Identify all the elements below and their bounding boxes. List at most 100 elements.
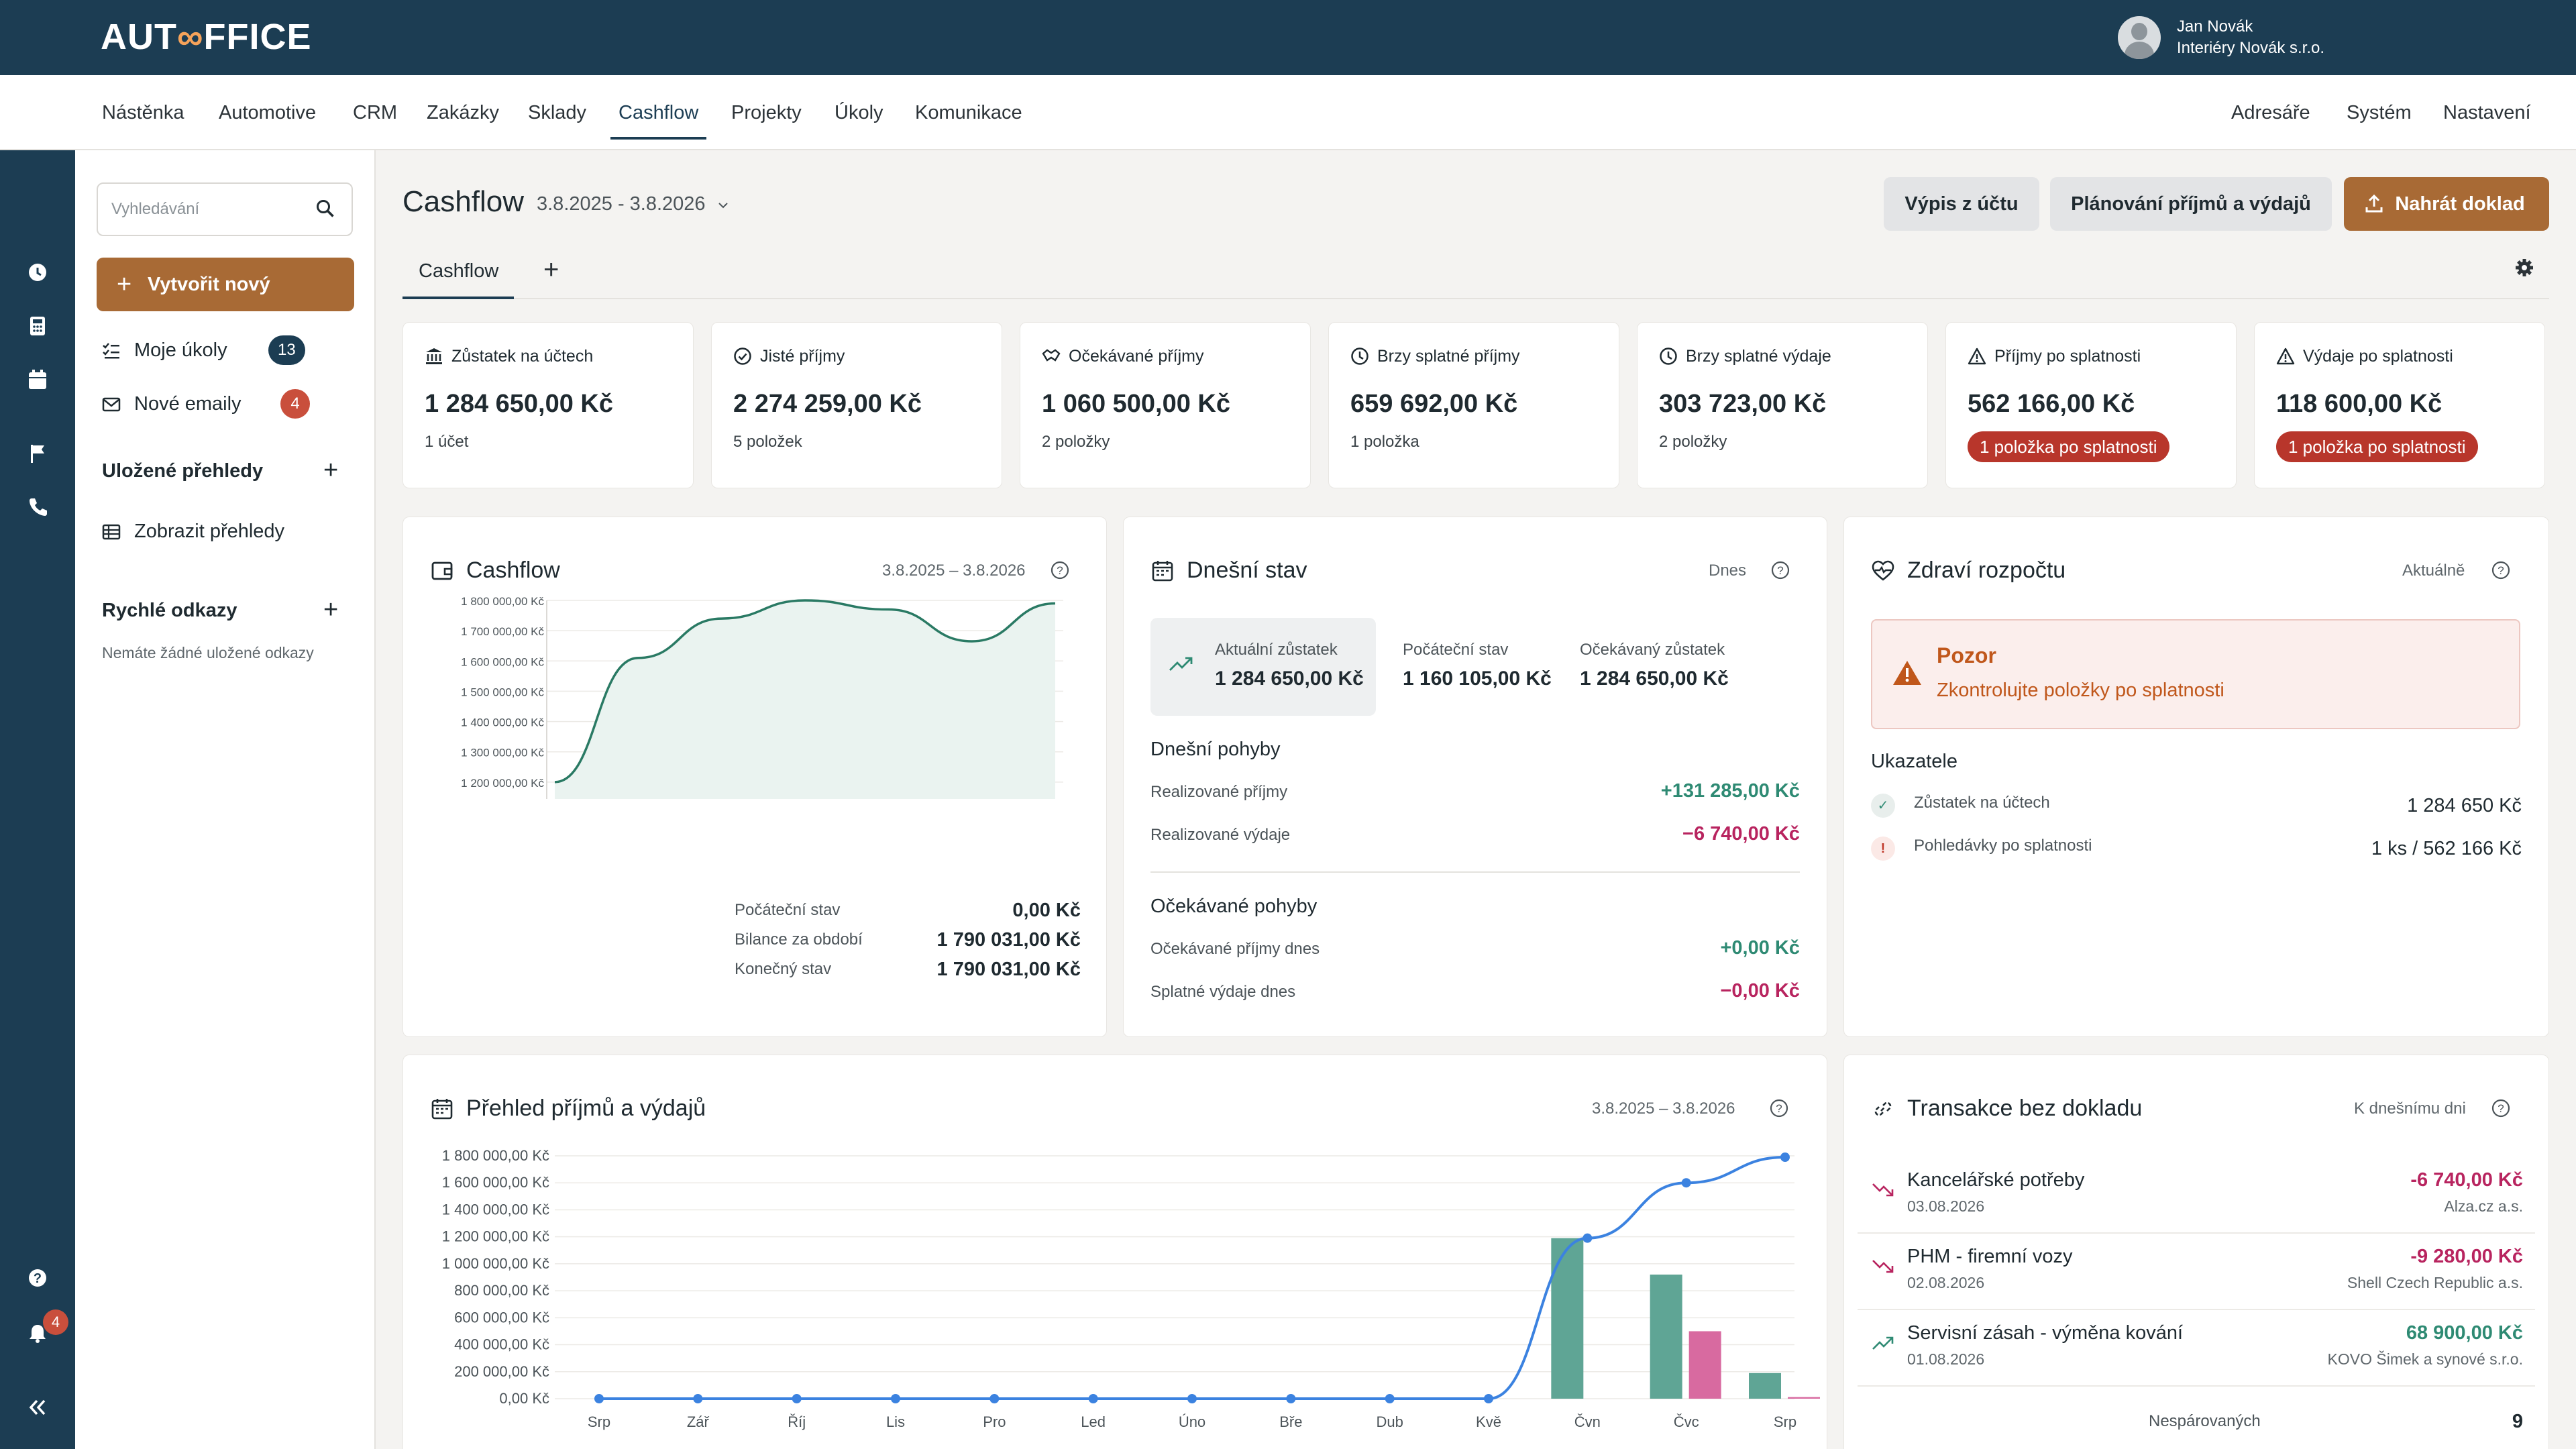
calendar-icon bbox=[431, 1099, 453, 1120]
upload-document-button[interactable]: Nahrát doklad bbox=[2344, 177, 2549, 231]
trend-up-icon bbox=[1169, 657, 1193, 671]
page-title: Cashflow bbox=[402, 185, 524, 218]
y-tick-label: 1 800 000,00 Kč bbox=[461, 595, 544, 608]
nav-item-nastaveni[interactable]: Nastavení bbox=[2443, 75, 2531, 150]
today-moves-heading: Dnešní pohyby bbox=[1150, 739, 1281, 760]
main-nav: Nástěnka Automotive CRM Zakázky Sklady C… bbox=[0, 75, 2576, 150]
nav-item-sklady[interactable]: Sklady bbox=[528, 75, 586, 150]
help-icon[interactable]: ? bbox=[1770, 560, 1790, 580]
add-saved-view-button[interactable]: + bbox=[323, 456, 338, 485]
y-tick-label: 1 200 000,00 Kč bbox=[442, 1228, 549, 1245]
nav-item-ukoly[interactable]: Úkoly bbox=[835, 75, 883, 150]
cumulative-point bbox=[1484, 1394, 1493, 1403]
alert-title: Pozor bbox=[1937, 643, 1996, 667]
kpi-value: 1 284 650,00 Kč bbox=[425, 390, 614, 418]
help-icon[interactable]: ? bbox=[2491, 560, 2511, 580]
y-tick-label: 1 000 000,00 Kč bbox=[442, 1255, 549, 1272]
tab-cashflow[interactable]: Cashflow bbox=[419, 260, 498, 282]
plus-icon: + bbox=[117, 270, 132, 299]
search-icon[interactable] bbox=[315, 199, 335, 219]
clock-icon[interactable] bbox=[25, 262, 50, 286]
date-range-picker[interactable]: 3.8.2025 - 3.8.2026 bbox=[537, 193, 730, 215]
end-label: Konečný stav bbox=[735, 960, 832, 978]
nav-item-zakazky[interactable]: Zakázky bbox=[427, 75, 499, 150]
quick-links-heading: Rychlé odkazy + bbox=[102, 596, 338, 624]
help-icon[interactable]: ? bbox=[1769, 1098, 1789, 1118]
user-menu[interactable]: Jan Novák Interiéry Novák s.r.o. bbox=[2117, 16, 2324, 59]
kpi-card-certain-income[interactable]: Jisté příjmy 2 274 259,00 Kč 5 položek bbox=[711, 322, 1002, 488]
calendar-icon[interactable] bbox=[25, 369, 50, 393]
kpi-card-overdue-income[interactable]: Příjmy po splatnosti 562 166,00 Kč 1 pol… bbox=[1945, 322, 2237, 488]
avatar[interactable] bbox=[2117, 16, 2161, 59]
expense-bar bbox=[1688, 1331, 1721, 1399]
create-new-button[interactable]: + Vytvořit nový bbox=[97, 258, 354, 311]
nav-item-automotive[interactable]: Automotive bbox=[219, 75, 316, 150]
y-tick-label: 1 300 000,00 Kč bbox=[461, 747, 544, 759]
x-tick-label: Bře bbox=[1279, 1413, 1302, 1430]
add-quick-link-button[interactable]: + bbox=[323, 596, 338, 625]
phone-icon[interactable] bbox=[25, 496, 50, 521]
y-tick-label: 1 400 000,00 Kč bbox=[461, 716, 544, 729]
chevron-down-icon bbox=[718, 203, 728, 209]
divider bbox=[1858, 1309, 2535, 1310]
calculator-icon[interactable] bbox=[25, 315, 50, 339]
real-income-value: +131 285,00 Kč bbox=[1660, 780, 1800, 802]
exclamation-icon: ! bbox=[1871, 837, 1895, 861]
nav-item-komunikace[interactable]: Komunikace bbox=[915, 75, 1022, 150]
collapse-icon[interactable] bbox=[25, 1398, 50, 1422]
help-icon[interactable]: ? bbox=[2491, 1098, 2511, 1118]
cumulative-point bbox=[1286, 1394, 1296, 1403]
kpi-card-due-income[interactable]: Brzy splatné příjmy 659 692,00 Kč 1 polo… bbox=[1328, 322, 1619, 488]
nav-item-cashflow[interactable]: Cashflow bbox=[610, 75, 707, 150]
show-views-label: Zobrazit přehledy bbox=[134, 521, 285, 542]
start-label: Počáteční stav bbox=[735, 901, 841, 919]
cumulative-point bbox=[1385, 1394, 1395, 1403]
x-tick-label: Pro bbox=[983, 1413, 1006, 1430]
y-tick-label: 600 000,00 Kč bbox=[454, 1309, 549, 1326]
kpi-card-due-expenses[interactable]: Brzy splatné výdaje 303 723,00 Kč 2 polo… bbox=[1637, 322, 1928, 488]
tab-bar: Cashflow + bbox=[402, 252, 2549, 299]
alert-text: Zkontrolujte položky po splatnosti bbox=[1937, 680, 2224, 701]
warning-icon bbox=[1893, 661, 1921, 685]
expense-bar bbox=[1788, 1397, 1820, 1399]
nav-item-crm[interactable]: CRM bbox=[353, 75, 397, 150]
nav-item-system[interactable]: Systém bbox=[2347, 75, 2412, 150]
nav-item-projekty[interactable]: Projekty bbox=[731, 75, 802, 150]
help-icon[interactable]: ? bbox=[25, 1268, 50, 1292]
transaction-name: Kancelářské potřeby bbox=[1907, 1169, 2085, 1191]
app-logo[interactable]: AUT∞FFICE bbox=[101, 16, 311, 58]
y-tick-label: 0,00 Kč bbox=[499, 1390, 549, 1407]
kpi-card-balance[interactable]: Zůstatek na účtech 1 284 650,00 Kč 1 úče… bbox=[402, 322, 694, 488]
kpi-card-overdue-expenses[interactable]: Výdaje po splatnosti 118 600,00 Kč 1 pol… bbox=[2254, 322, 2545, 488]
panel-title: Dnešní stav bbox=[1187, 557, 1307, 583]
kpi-card-expected-income[interactable]: Očekávané příjmy 1 060 500,00 Kč 2 polož… bbox=[1020, 322, 1311, 488]
y-tick-label: 1 200 000,00 Kč bbox=[461, 777, 544, 790]
overdue-badge[interactable]: 1 položka po splatnosti bbox=[1968, 431, 2169, 462]
kpi-value: 1 060 500,00 Kč bbox=[1042, 390, 1231, 418]
transaction-amount: -9 280,00 Kč bbox=[2410, 1246, 2523, 1267]
search-input[interactable]: Vyhledávání bbox=[97, 182, 353, 236]
overdue-badge[interactable]: 1 položka po splatnosti bbox=[2276, 431, 2478, 462]
kpi-value: 303 723,00 Kč bbox=[1659, 390, 1827, 418]
transaction-date: 01.08.2026 bbox=[1907, 1350, 1985, 1368]
budget-health-panel: Zdraví rozpočtu Aktuálně ? Pozor Zkontro… bbox=[1843, 517, 2549, 1037]
kpi-value: 562 166,00 Kč bbox=[1968, 390, 2135, 418]
account-statement-button[interactable]: Výpis z účtu bbox=[1884, 177, 2039, 231]
income-bar bbox=[1551, 1238, 1584, 1399]
income-expense-chart: 0,00 Kč 200 000,00 Kč 400 000,00 Kč 600 000… bbox=[442, 1149, 1820, 1430]
transaction-date: 02.08.2026 bbox=[1907, 1274, 1985, 1291]
flag-icon[interactable] bbox=[25, 443, 50, 467]
kpi-label: Příjmy po splatnosti bbox=[1994, 347, 2141, 366]
end-value: 1 790 031,00 Kč bbox=[936, 959, 1081, 980]
transaction-firm: KOVO Šimek a synové s.r.o. bbox=[2327, 1350, 2523, 1368]
gear-icon[interactable] bbox=[2514, 258, 2534, 283]
search-placeholder: Vyhledávání bbox=[111, 200, 200, 218]
user-name: Jan Novák bbox=[2176, 17, 2253, 36]
nav-item-adresare[interactable]: Adresáře bbox=[2231, 75, 2310, 150]
add-tab-button[interactable]: + bbox=[543, 255, 559, 285]
transaction-firm: Shell Czech Republic a.s. bbox=[2347, 1274, 2523, 1291]
nav-item-nastenka[interactable]: Nástěnka bbox=[102, 75, 184, 150]
cumulative-point bbox=[1088, 1394, 1098, 1403]
planning-button[interactable]: Plánování příjmů a výdajů bbox=[2050, 177, 2332, 231]
transactions-without-document-panel: Transakce bez dokladu K dnešnímu dni ? K… bbox=[1843, 1055, 2549, 1449]
